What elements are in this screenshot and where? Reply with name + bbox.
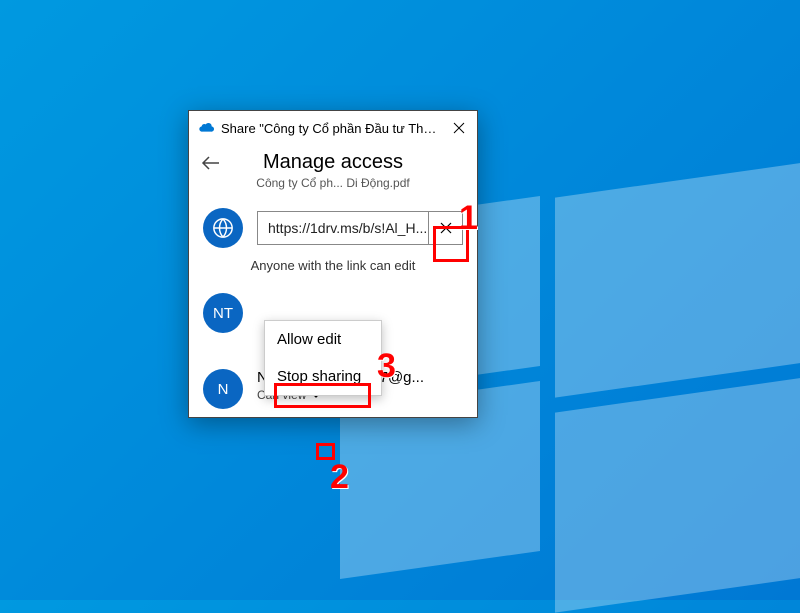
share-link-input[interactable]: https://1drv.ms/b/s!Al_H... (257, 211, 429, 245)
annotation-2: 2 (330, 458, 349, 497)
annotation-3: 3 (377, 347, 396, 386)
globe-icon (203, 208, 243, 248)
back-button[interactable] (201, 155, 221, 176)
dialog-header: Manage access Công ty Cổ ph... Di Động.p… (189, 145, 477, 200)
page-title: Manage access (201, 151, 465, 174)
titlebar: Share "Công ty Cổ phần Đầu tư Thế Giới D… (189, 111, 477, 145)
file-name: Công ty Cổ ph... Di Động.pdf (201, 176, 465, 190)
window-title: Share "Công ty Cổ phần Đầu tư Thế Giới D… (221, 121, 441, 136)
avatar: N (203, 369, 243, 409)
avatar: NT (203, 293, 243, 333)
annotation-box-3 (274, 383, 371, 408)
onedrive-icon (199, 121, 215, 136)
window-close-button[interactable] (441, 117, 477, 139)
menu-allow-edit[interactable]: Allow edit (265, 321, 381, 358)
annotation-1: 1 (459, 199, 478, 238)
